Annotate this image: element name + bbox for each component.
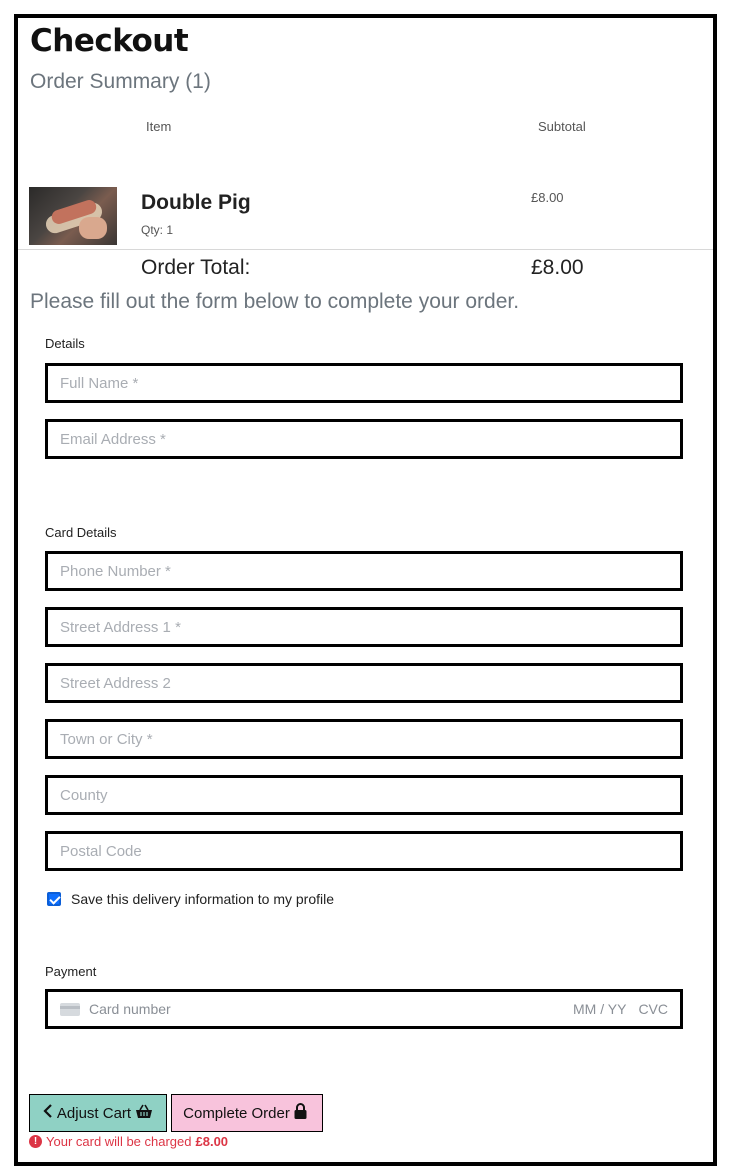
adjust-cart-button[interactable]: Adjust Cart [29, 1094, 167, 1132]
street-address-2-field[interactable] [45, 663, 683, 703]
card-number-placeholder[interactable]: Card number [89, 1001, 573, 1017]
product-subtotal: £8.00 [531, 190, 564, 205]
complete-order-label: Complete Order [183, 1104, 290, 1122]
save-info-label[interactable]: Save this delivery information to my pro… [71, 891, 334, 907]
column-header-subtotal: Subtotal [538, 119, 586, 134]
charge-notice: ! Your card will be charged £8.00 [29, 1134, 228, 1149]
postal-code-field[interactable] [45, 831, 683, 871]
page-title: Checkout [30, 23, 189, 59]
card-cvc-placeholder[interactable]: CVC [638, 1001, 668, 1017]
basket-icon [135, 1104, 153, 1123]
details-legend: Details [45, 336, 85, 351]
order-summary-title: Order Summary (1) [30, 70, 211, 93]
save-info-row[interactable]: Save this delivery information to my pro… [47, 891, 334, 907]
complete-order-button[interactable]: Complete Order [171, 1094, 323, 1132]
order-total-label: Order Total: [141, 256, 251, 279]
credit-card-icon [60, 1002, 80, 1016]
street-address-1-field[interactable] [45, 607, 683, 647]
product-quantity: Qty: 1 [141, 223, 174, 237]
card-details-legend: Card Details [45, 525, 117, 540]
exclamation-circle-icon: ! [29, 1135, 42, 1148]
phone-field[interactable] [45, 551, 683, 591]
email-field[interactable] [45, 419, 683, 459]
charge-notice-text: Your card will be charged [46, 1134, 192, 1149]
form-instructions: Please fill out the form below to comple… [30, 290, 520, 313]
full-name-field[interactable] [45, 363, 683, 403]
checkout-container: Checkout Order Summary (1) Item Subtotal… [14, 14, 717, 1166]
save-info-checkbox[interactable] [47, 892, 61, 906]
lock-icon [294, 1103, 307, 1123]
product-name: Double Pig [141, 191, 251, 214]
adjust-cart-label: Adjust Cart [56, 1104, 132, 1122]
order-total-value: £8.00 [531, 256, 584, 279]
column-header-item: Item [146, 119, 172, 134]
card-expiry-placeholder[interactable]: MM / YY [573, 1001, 626, 1017]
summary-divider [18, 249, 713, 250]
card-element[interactable]: Card number MM / YY CVC [45, 989, 683, 1029]
charge-amount: £8.00 [195, 1134, 229, 1149]
product-image [29, 187, 117, 245]
chevron-left-icon [43, 1104, 53, 1122]
county-field[interactable] [45, 775, 683, 815]
town-city-field[interactable] [45, 719, 683, 759]
payment-legend: Payment [45, 964, 97, 979]
